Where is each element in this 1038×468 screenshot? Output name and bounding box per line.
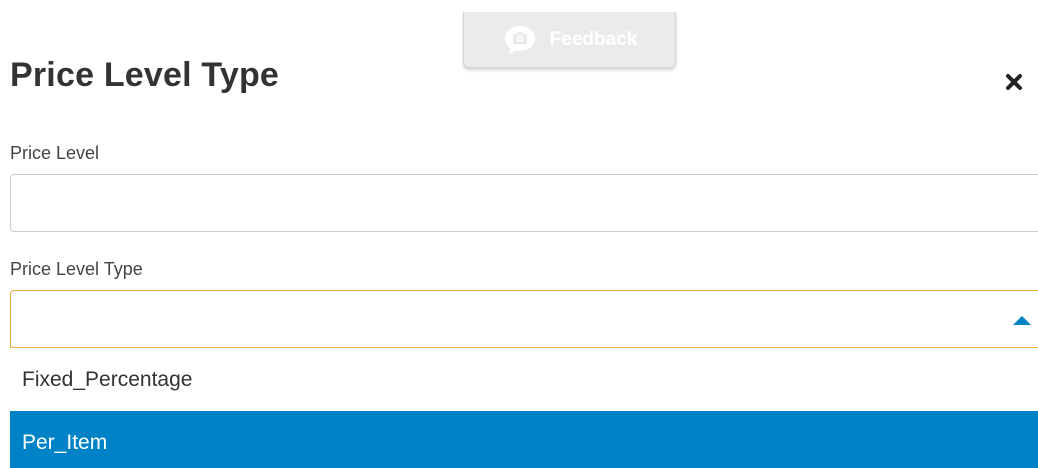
caret-up-icon[interactable] <box>1011 313 1033 326</box>
option-label: Fixed_Percentage <box>22 367 193 391</box>
price-level-type-select[interactable] <box>10 290 1038 348</box>
price-level-type-label: Price Level Type <box>10 259 143 279</box>
feedback-label: Feedback <box>549 28 638 50</box>
option-fixed-percentage[interactable]: Fixed_Percentage <box>10 348 1038 411</box>
dialog-title: Price Level Type <box>10 56 280 94</box>
option-per-item[interactable]: Per_Item <box>10 411 1038 468</box>
price-level-type-dialog: Feedback Price Level Type Price Level Pr… <box>0 0 1038 468</box>
price-level-input[interactable] <box>10 174 1038 232</box>
camera-speech-icon <box>502 22 538 58</box>
close-icon <box>1003 71 1025 93</box>
price-level-label: Price Level <box>10 143 100 163</box>
option-label: Per_Item <box>22 430 108 454</box>
close-button[interactable] <box>1003 71 1025 93</box>
price-level-type-options: Fixed_Percentage Per_Item <box>10 348 1038 468</box>
feedback-button[interactable]: Feedback <box>463 12 676 68</box>
